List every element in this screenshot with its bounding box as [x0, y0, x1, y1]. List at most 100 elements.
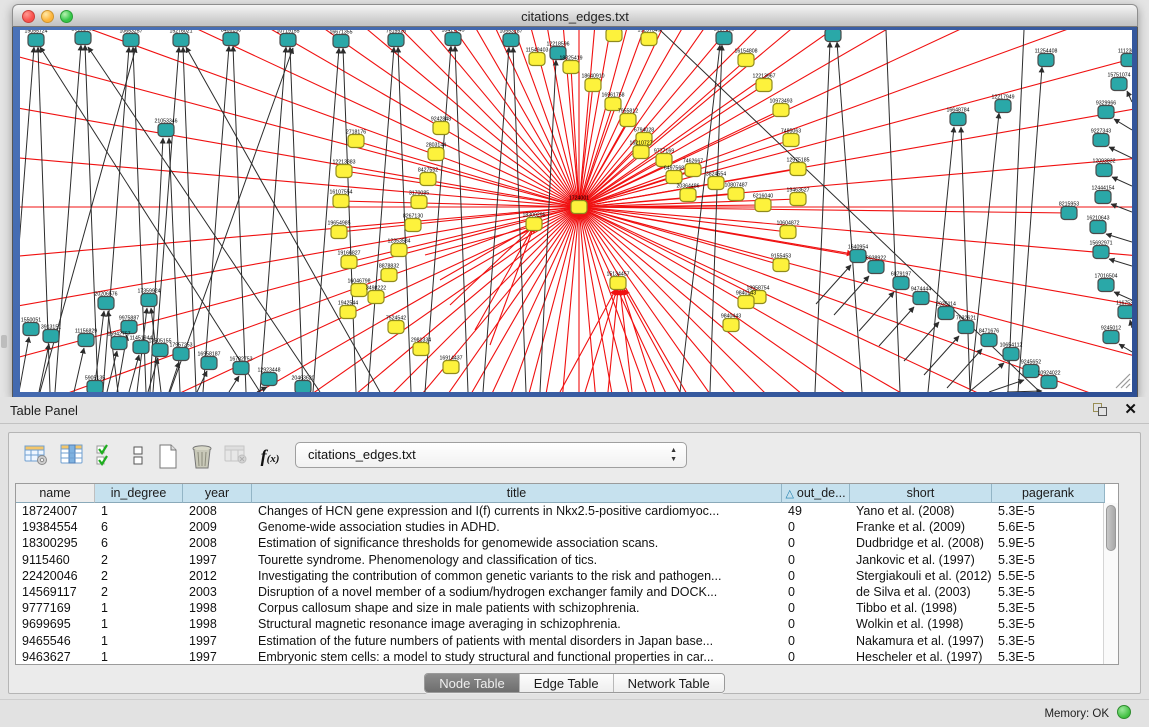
graph-node[interactable]: 10604872	[776, 221, 799, 239]
graph-node[interactable]: 3170085	[409, 191, 429, 209]
graph-node[interactable]: 17359924	[137, 289, 160, 307]
graph-node[interactable]: 9155453	[771, 254, 791, 272]
close-icon[interactable]: ✕	[1124, 400, 1137, 418]
graph-node[interactable]: 10553287	[499, 30, 522, 47]
graph-node[interactable]: 20364486	[676, 184, 699, 202]
graph-node[interactable]: 8878832	[379, 264, 399, 282]
scrollbar-thumb[interactable]	[1106, 505, 1116, 551]
graph-node[interactable]: 10924022	[1037, 371, 1060, 389]
graph-node[interactable]: 15692971	[1089, 241, 1112, 259]
graph-node[interactable]: 12444154	[1091, 186, 1114, 204]
graph-node[interactable]: 10653257	[119, 30, 142, 47]
graph-node[interactable]: 8427552	[418, 168, 438, 186]
graph-node[interactable]: 15751074	[1107, 73, 1130, 91]
table-settings-icon[interactable]	[21, 442, 51, 472]
graph-node[interactable]: 8215953	[1059, 202, 1079, 220]
graph-node[interactable]: 10654112	[1000, 343, 1023, 361]
table-row[interactable]: 1456911722003Disruption of a novel membe…	[16, 584, 1118, 600]
graph-node[interactable]: 11549403	[526, 48, 549, 66]
graph-node[interactable]: 12217949	[991, 95, 1014, 113]
graph-node[interactable]: 17957253	[169, 343, 192, 361]
graph-node[interactable]: 16648784	[946, 108, 969, 126]
column-header-short[interactable]: short	[850, 484, 992, 503]
graph-node[interactable]: 7462667	[683, 159, 703, 177]
table-row[interactable]: 1872400712008Changes of HCN gene express…	[16, 503, 1118, 519]
graph-node[interactable]: 7485063	[781, 129, 801, 147]
tab-node-table[interactable]: Node Table	[425, 674, 520, 692]
graph-node[interactable]: 17016504	[1094, 274, 1117, 292]
graph-node[interactable]: 2803144	[426, 143, 446, 161]
table-row[interactable]: 2242004622012Investigating the contribut…	[16, 568, 1118, 584]
graph-node[interactable]: 5905135	[85, 376, 105, 393]
graph-node[interactable]: 15942757	[107, 332, 130, 350]
graph-node[interactable]: 9242848	[431, 117, 451, 135]
table-scrollbar[interactable]	[1103, 503, 1118, 664]
table-row[interactable]: 977716911998Corpus callosum shape and si…	[16, 600, 1118, 616]
graph-node[interactable]: 6497568	[664, 166, 684, 184]
graph-node[interactable]: 1167533	[1116, 301, 1132, 319]
graph-node[interactable]: 12975185	[786, 158, 809, 176]
window-titlebar[interactable]: citations_edges.txt	[12, 4, 1138, 27]
create-table-icon[interactable]	[153, 442, 183, 472]
graph-node[interactable]: 16210727	[629, 141, 652, 159]
graph-node[interactable]: 3824554	[706, 172, 726, 190]
graph-node[interactable]: 9474444	[911, 287, 931, 305]
graph-node[interactable]: 19166827	[337, 251, 360, 269]
memory-status-indicator[interactable]	[1117, 705, 1131, 719]
delete-table-icon[interactable]	[187, 442, 217, 472]
table-row[interactable]: 946362711997Embryonic stem cells: a mode…	[16, 649, 1118, 665]
graph-node[interactable]: 8267130	[403, 214, 423, 232]
graph-node[interactable]: 18325419	[559, 56, 582, 74]
graph-node[interactable]: 2981334	[411, 338, 431, 356]
graph-node[interactable]: 16154808	[734, 49, 757, 67]
graph-node[interactable]: 10973493	[769, 99, 792, 117]
graph-node[interactable]: 20206576	[94, 292, 117, 310]
graph-node[interactable]: 9227343	[1091, 129, 1111, 147]
graph-node[interactable]: 9777169	[654, 149, 674, 167]
graph-node[interactable]: 9245012	[1101, 326, 1121, 344]
graph-node[interactable]: 12213383	[332, 160, 355, 178]
column-header-in_degree[interactable]: in_degree	[95, 484, 183, 503]
column-header-title[interactable]: title	[252, 484, 782, 503]
table-selector-dropdown[interactable]: citations_edges.txt ▲▼	[295, 442, 687, 468]
graph-node[interactable]: 1550051	[21, 318, 41, 336]
graph-node[interactable]: 9840443	[721, 314, 741, 332]
graph-node[interactable]: 19654985	[327, 221, 350, 239]
graph-node[interactable]: 3498222	[366, 286, 386, 304]
graph-node[interactable]: 3913151	[41, 325, 61, 343]
float-panel-icon[interactable]	[1093, 403, 1109, 417]
graph-node[interactable]: 16210643	[1086, 216, 1109, 234]
graph-node[interactable]: 15134457	[606, 272, 629, 290]
function-builder-icon[interactable]: f(x)	[255, 446, 285, 476]
column-header-pagerank[interactable]: pagerank	[992, 484, 1105, 503]
graph-node[interactable]: 16671355	[329, 30, 352, 48]
graph-node[interactable]: 2718176	[346, 130, 366, 148]
graph-node[interactable]: 8466160	[221, 30, 241, 46]
show-columns-icon[interactable]	[57, 442, 87, 472]
graph-node[interactable]: 19463627	[786, 188, 809, 206]
graph-node[interactable]: 18417045	[441, 30, 464, 46]
graph-node[interactable]: 1942544	[338, 301, 358, 319]
graph-node[interactable]: 16958187	[197, 352, 220, 370]
graph-node[interactable]: 11156829	[75, 329, 97, 347]
graph-node[interactable]: 6216040	[753, 194, 773, 212]
graph-node[interactable]: 12213967	[752, 74, 775, 92]
tab-network-table[interactable]: Network Table	[614, 674, 724, 692]
graph-node[interactable]: 7515526	[386, 30, 406, 47]
graph-node[interactable]: 19297349	[637, 30, 660, 46]
graph-node[interactable]: 9840143	[736, 291, 756, 309]
column-header-name[interactable]: name	[16, 484, 95, 503]
graph-node[interactable]: 10719155	[276, 30, 299, 47]
graph-node[interactable]: 16107554	[329, 190, 352, 208]
graph-node[interactable]: 7524542	[386, 316, 406, 334]
table-row[interactable]: 969969511998Structural magnetic resonanc…	[16, 616, 1118, 632]
graph-node[interactable]: 12353584	[387, 239, 410, 257]
graph-node[interactable]: 21053346	[154, 119, 177, 137]
graph-node[interactable]: 12923448	[257, 368, 280, 386]
graph-node[interactable]: 7632621	[956, 316, 976, 334]
graph-node[interactable]: 9329966	[1096, 101, 1116, 119]
graph-node[interactable]: 18300295	[522, 213, 545, 231]
table-row[interactable]: 1830029562008Estimation of significance …	[16, 535, 1118, 551]
graph-node[interactable]: 20691406	[71, 30, 94, 45]
graph-node[interactable]: 10807487	[724, 183, 747, 201]
